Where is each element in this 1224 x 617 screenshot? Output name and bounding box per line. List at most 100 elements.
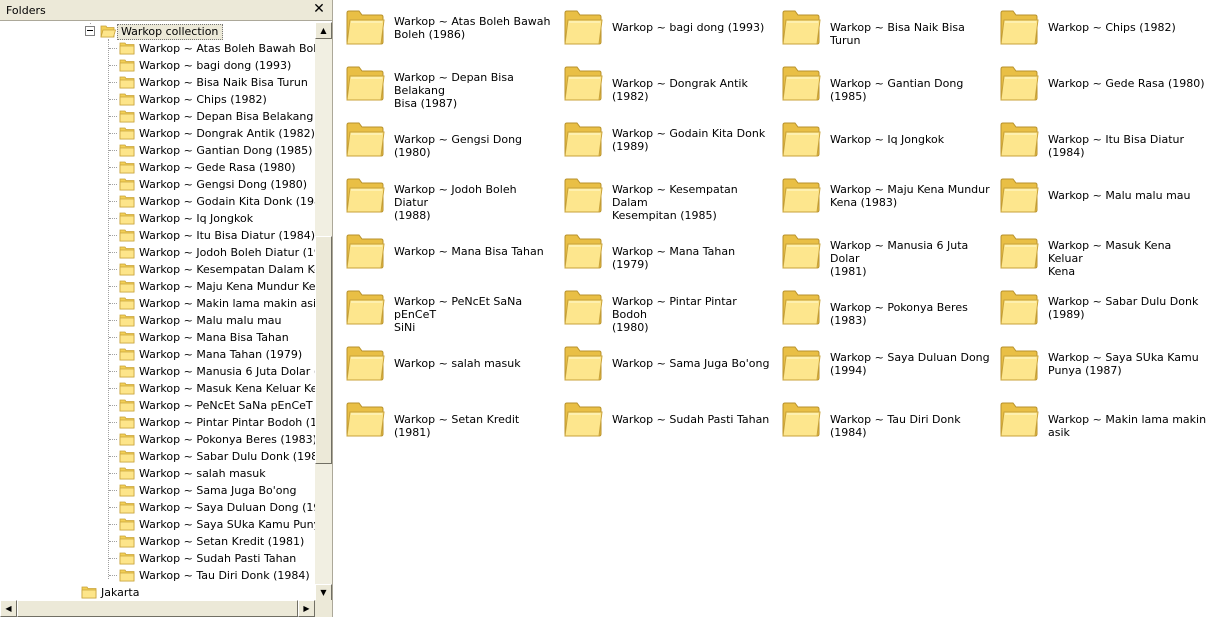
folder-tree[interactable]: Warkop collection Warkop ~ Atas Boleh Ba… [0, 22, 315, 601]
tree-connector [109, 218, 117, 220]
tree-item[interactable]: Warkop ~ Manusia 6 Juta Dolar (1981) [0, 363, 315, 380]
folder-tile[interactable]: Warkop ~ Kesempatan Dalam Kesempitan (198… [556, 168, 774, 224]
folder-tile[interactable]: Warkop ~ Sama Juga Bo'ong [556, 336, 774, 392]
folder-icon [346, 178, 385, 213]
folder-tile[interactable]: Warkop ~ Dongrak Antik (1982) [556, 56, 774, 112]
folder-tile-label-line: Warkop ~ Gengsi Dong (1980) [394, 133, 523, 159]
folder-tile-label: Warkop ~ Gengsi Dong (1980) [394, 133, 554, 159]
tree-item-label: Warkop ~ Atas Boleh Bawah Boleh (1986) [139, 42, 315, 55]
tree-item[interactable]: Warkop ~ bagi dong (1993) [0, 57, 315, 74]
tree-item[interactable]: Warkop ~ Mana Bisa Tahan [0, 329, 315, 346]
folder-tile[interactable]: Warkop ~ Maju Kena Mundur Kena (1983) [774, 168, 992, 224]
tree-item[interactable]: Warkop ~ Gantian Dong (1985) [0, 142, 315, 159]
folder-tile[interactable]: Warkop ~ Sabar Dulu Donk (1989) [992, 280, 1210, 336]
tree-item[interactable]: Warkop ~ Setan Kredit (1981) [0, 533, 315, 550]
tree-item[interactable]: Warkop ~ Gengsi Dong (1980) [0, 176, 315, 193]
tree-item[interactable]: Warkop ~ Sudah Pasti Tahan [0, 550, 315, 567]
folder-tile[interactable]: Warkop ~ Bisa Naik Bisa Turun [774, 0, 992, 56]
folder-tile[interactable]: Warkop ~ Malu malu mau [992, 168, 1210, 224]
scroll-down-button[interactable]: ▼ [315, 584, 332, 601]
tree-item[interactable]: Warkop ~ Gede Rasa (1980) [0, 159, 315, 176]
tree-horizontal-scrollbar[interactable]: ◀ ▶ [0, 600, 315, 617]
folder-tile[interactable]: Warkop ~ Mana Bisa Tahan [338, 224, 556, 280]
scroll-corner [315, 600, 332, 617]
folder-tile-label-line: Warkop ~ Jodoh Boleh Diatur [394, 183, 517, 209]
folder-tile-label-line: Warkop ~ Atas Boleh Bawah [394, 15, 551, 28]
folder-tile[interactable]: Warkop ~ Atas Boleh Bawah Boleh (1986) [338, 0, 556, 56]
tree-item-label: Warkop ~ bagi dong (1993) [139, 59, 292, 72]
tree-item[interactable]: Warkop ~ Maju Kena Mundur Kena (1983) [0, 278, 315, 295]
folder-tile[interactable]: Warkop ~ Sudah Pasti Tahan [556, 392, 774, 448]
folder-tile[interactable]: Warkop ~ Manusia 6 Juta Dolar (1981) [774, 224, 992, 280]
tree-item[interactable]: Warkop ~ Tau Diri Donk (1984) [0, 567, 315, 584]
tree-item[interactable]: Warkop ~ Iq Jongkok [0, 210, 315, 227]
folder-tile[interactable]: Warkop ~ PeNcEt SaNa pEnCeT SiNi [338, 280, 556, 336]
tree-item[interactable]: Warkop ~ Atas Boleh Bawah Boleh (1986) [0, 40, 315, 57]
folder-tile[interactable]: Warkop ~ Setan Kredit (1981) [338, 392, 556, 448]
folder-icon [782, 122, 821, 157]
tree-item-jakarta[interactable]: Jakarta [0, 584, 315, 601]
folder-icon [782, 178, 821, 213]
folder-tile[interactable]: Warkop ~ Godain Kita Donk (1989) [556, 112, 774, 168]
vertical-scroll-thumb[interactable] [315, 236, 332, 464]
tree-item[interactable]: Warkop ~ PeNcEt SaNa pEnCeT SiNi [0, 397, 315, 414]
folder-tile[interactable]: Warkop ~ Itu Bisa Diatur (1984) [992, 112, 1210, 168]
folder-tile[interactable]: Warkop ~ salah masuk [338, 336, 556, 392]
tree-item[interactable]: Warkop ~ Depan Bisa Belakang Bisa (1987) [0, 108, 315, 125]
folder-tile[interactable]: Warkop ~ Mana Tahan (1979) [556, 224, 774, 280]
folder-tile[interactable]: Warkop ~ Chips (1982) [992, 0, 1210, 56]
tree-item-warkop-collection[interactable]: Warkop collection [0, 22, 315, 40]
folder-icon [119, 416, 135, 429]
tree-item[interactable]: Warkop ~ Makin lama makin asik [0, 295, 315, 312]
tree-item[interactable]: Warkop ~ Pintar Pintar Bodoh (1980) [0, 414, 315, 431]
folder-tile[interactable]: Warkop ~ Masuk Kena Keluar Kena [992, 224, 1210, 280]
folder-icon [782, 290, 821, 325]
folder-tile[interactable]: Warkop ~ Gantian Dong (1985) [774, 56, 992, 112]
tree-item[interactable]: Warkop ~ Bisa Naik Bisa Turun [0, 74, 315, 91]
close-pane-button[interactable]: ✕ [311, 1, 327, 18]
scroll-right-button[interactable]: ▶ [298, 600, 315, 617]
folder-tile[interactable]: Warkop ~ Depan Bisa Belakang Bisa (1987) [338, 56, 556, 112]
tree-item[interactable]: Warkop ~ Itu Bisa Diatur (1984) [0, 227, 315, 244]
folder-tile-label-line: (1980) [612, 321, 649, 334]
scroll-left-button[interactable]: ◀ [0, 600, 17, 617]
folder-tile[interactable]: Warkop ~ Gengsi Dong (1980) [338, 112, 556, 168]
tree-item[interactable]: Warkop ~ Masuk Kena Keluar Kena [0, 380, 315, 397]
folder-tile[interactable]: Warkop ~ Tau Diri Donk (1984) [774, 392, 992, 448]
tree-vertical-scrollbar[interactable]: ▲ ▼ [315, 22, 332, 601]
folder-tile[interactable]: Warkop ~ Pokonya Beres (1983) [774, 280, 992, 336]
tree-item-label: Warkop ~ Chips (1982) [139, 93, 267, 106]
tree-item[interactable]: Warkop ~ Sabar Dulu Donk (1989) [0, 448, 315, 465]
folder-tile[interactable]: Warkop ~ Saya SUka Kamu Punya (1987) [992, 336, 1210, 392]
folder-tile[interactable]: Warkop ~ Iq Jongkok [774, 112, 992, 168]
horizontal-scroll-thumb[interactable] [17, 600, 298, 617]
folder-tile[interactable]: Warkop ~ Makin lama makin asik [992, 392, 1210, 448]
folder-tile[interactable]: Warkop ~ bagi dong (1993) [556, 0, 774, 56]
tree-item[interactable]: Warkop ~ Godain Kita Donk (1989) [0, 193, 315, 210]
tree-item[interactable]: Warkop ~ Malu malu mau [0, 312, 315, 329]
folder-tile[interactable]: Warkop ~ Saya Duluan Dong (1994) [774, 336, 992, 392]
collapse-expander-icon[interactable] [85, 26, 95, 36]
tree-item[interactable]: Warkop ~ Kesempatan Dalam Kesempitan (19… [0, 261, 315, 278]
folder-icon [346, 402, 385, 437]
folder-tile[interactable]: Warkop ~ Gede Rasa (1980) [992, 56, 1210, 112]
tree-item[interactable]: Warkop ~ Jodoh Boleh Diatur (1988) [0, 244, 315, 261]
tree-item[interactable]: Warkop ~ Pokonya Beres (1983) [0, 431, 315, 448]
folder-icon [564, 178, 603, 213]
tree-item[interactable]: Warkop ~ Saya Duluan Dong (1994) [0, 499, 315, 516]
folder-icon [1000, 346, 1039, 381]
folder-contents-view[interactable]: Warkop ~ Atas Boleh Bawah Boleh (1986) War… [338, 0, 1224, 617]
scroll-up-button[interactable]: ▲ [315, 22, 332, 39]
tree-item-label: Warkop ~ Tau Diri Donk (1984) [139, 569, 310, 582]
tree-item[interactable]: Warkop ~ Mana Tahan (1979) [0, 346, 315, 363]
tree-item-label: Warkop ~ Malu malu mau [139, 314, 282, 327]
folder-tile[interactable]: Warkop ~ Jodoh Boleh Diatur (1988) [338, 168, 556, 224]
folder-tile[interactable]: Warkop ~ Pintar Pintar Bodoh (1980) [556, 280, 774, 336]
tree-item[interactable]: Warkop ~ Chips (1982) [0, 91, 315, 108]
tree-item[interactable]: Warkop ~ Saya SUka Kamu Punya (1987) [0, 516, 315, 533]
tree-item-label: Warkop ~ PeNcEt SaNa pEnCeT SiNi [139, 399, 315, 412]
tree-item[interactable]: Warkop ~ Sama Juga Bo'ong [0, 482, 315, 499]
folder-icon [119, 93, 135, 106]
tree-item[interactable]: Warkop ~ Dongrak Antik (1982) [0, 125, 315, 142]
tree-item[interactable]: Warkop ~ salah masuk [0, 465, 315, 482]
